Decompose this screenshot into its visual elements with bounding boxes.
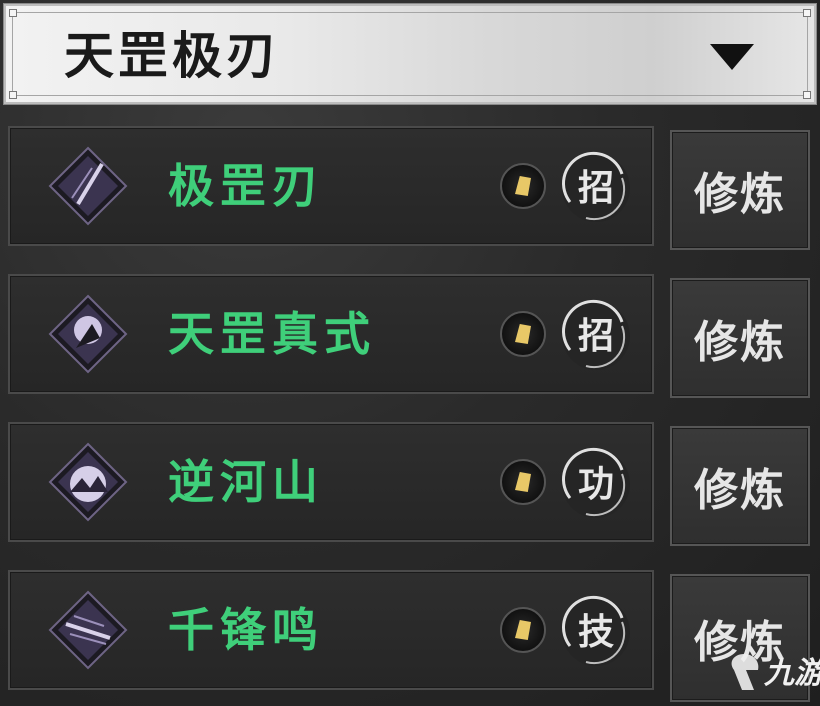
train-button[interactable]: 修炼 [670, 278, 810, 398]
coin-icon [500, 459, 546, 505]
skill-group-title: 天罡极刃 [64, 26, 280, 85]
skill-type-badge: 功 [556, 444, 636, 524]
dropdown-arrow-icon[interactable] [710, 44, 754, 70]
skill-type-label: 招 [577, 315, 614, 357]
thousand-blades-icon [48, 590, 128, 670]
frame-corner [803, 91, 811, 99]
mountain-river-icon [48, 442, 128, 522]
blade-slash-icon [48, 146, 128, 226]
skill-row-4[interactable]: 千锋鸣 技 [8, 570, 654, 690]
skill-name: 极罡刃 [168, 159, 324, 213]
skill-type-label: 功 [577, 463, 614, 505]
frame-corner [803, 9, 811, 17]
coin-icon [500, 163, 546, 209]
skill-type-badge: 招 [556, 148, 636, 228]
nine-game-logo-icon [731, 654, 759, 690]
train-button[interactable]: 修炼 [670, 130, 810, 250]
skill-type-label: 招 [577, 167, 614, 209]
skill-type-label: 技 [577, 611, 614, 653]
frame-corner [9, 91, 17, 99]
skill-name: 天罡真式 [168, 307, 376, 361]
skill-row-1[interactable]: 极罡刃 招 [8, 126, 654, 246]
skill-row-3[interactable]: 逆河山 功 [8, 422, 654, 542]
skill-row-2[interactable]: 天罡真式 招 [8, 274, 654, 394]
skill-name: 逆河山 [168, 455, 324, 509]
skill-type-badge: 技 [556, 592, 636, 672]
skill-group-dropdown[interactable]: 天罡极刃 [3, 3, 817, 105]
swordsman-strike-icon [48, 294, 128, 374]
site-watermark: 九游 [724, 644, 820, 702]
skill-type-badge: 招 [556, 296, 636, 376]
train-button[interactable]: 修炼 [670, 426, 810, 546]
coin-icon [500, 607, 546, 653]
watermark-text: 九游 [764, 656, 820, 691]
coin-icon [500, 311, 546, 357]
skill-name: 千锋鸣 [168, 603, 324, 657]
frame-corner [9, 9, 17, 17]
